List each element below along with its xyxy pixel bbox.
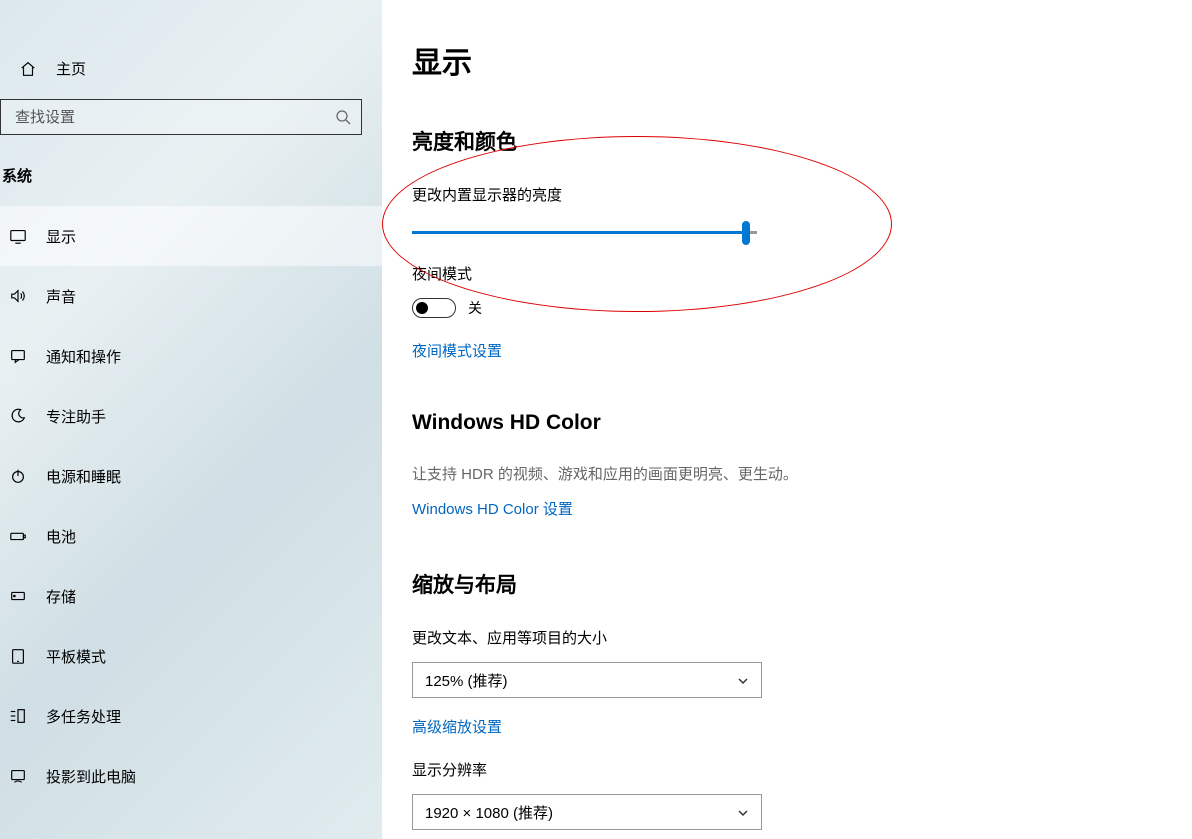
- sidebar-item-label: 电池: [46, 526, 76, 547]
- resolution-dropdown[interactable]: 1920 × 1080 (推荐): [412, 794, 762, 830]
- sidebar-item-notifications[interactable]: 通知和操作: [0, 326, 382, 386]
- home-icon: [18, 59, 38, 79]
- section-heading: Windows HD Color: [412, 411, 1162, 435]
- section-brightness-color: 亮度和颜色 更改内置显示器的亮度 夜间模式 关 夜间模式设置: [412, 126, 1162, 361]
- section-scale-layout: 缩放与布局 更改文本、应用等项目的大小 125% (推荐) 高级缩放设置 显示分…: [412, 569, 1162, 830]
- dropdown-value: 1920 × 1080 (推荐): [425, 802, 553, 823]
- advanced-scaling-link[interactable]: 高级缩放设置: [412, 716, 502, 737]
- home-nav[interactable]: 主页: [0, 44, 382, 93]
- battery-icon: [8, 526, 28, 546]
- multitasking-icon: [8, 706, 28, 726]
- section-heading: 亮度和颜色: [412, 126, 1162, 156]
- text-size-label: 更改文本、应用等项目的大小: [412, 627, 1162, 648]
- night-mode-toggle[interactable]: [412, 298, 456, 318]
- search-input-wrap[interactable]: [0, 99, 362, 135]
- sidebar-item-label: 专注助手: [46, 406, 106, 427]
- dropdown-value: 125% (推荐): [425, 670, 508, 691]
- sidebar-item-label: 平板模式: [46, 646, 106, 667]
- nav-list: 显示 声音 通知和操作 专注助手 电源和睡眠 电池 存储 平板模式: [0, 206, 382, 806]
- notifications-icon: [8, 346, 28, 366]
- brightness-slider[interactable]: [412, 219, 757, 247]
- main-content: 显示 亮度和颜色 更改内置显示器的亮度 夜间模式 关 夜间模式设置 Window…: [382, 0, 1192, 839]
- night-mode-settings-link[interactable]: 夜间模式设置: [412, 340, 502, 361]
- sidebar-item-tablet-mode[interactable]: 平板模式: [0, 626, 382, 686]
- search-input[interactable]: [15, 109, 335, 126]
- sound-icon: [8, 286, 28, 306]
- search-icon: [335, 109, 351, 125]
- sidebar-item-label: 投影到此电脑: [46, 766, 136, 787]
- text-size-dropdown[interactable]: 125% (推荐): [412, 662, 762, 698]
- sidebar-section-label: 系统: [0, 135, 382, 206]
- toggle-knob: [416, 302, 428, 314]
- slider-thumb[interactable]: [742, 221, 750, 245]
- sidebar-item-display[interactable]: 显示: [0, 206, 382, 266]
- sidebar-item-multitasking[interactable]: 多任务处理: [0, 686, 382, 746]
- search-box: [0, 99, 362, 135]
- chevron-down-icon: [737, 806, 749, 818]
- slider-fill: [412, 231, 747, 234]
- section-heading: 缩放与布局: [412, 569, 1162, 599]
- sidebar-item-storage[interactable]: 存储: [0, 566, 382, 626]
- hd-color-settings-link[interactable]: Windows HD Color 设置: [412, 498, 573, 519]
- chevron-down-icon: [737, 674, 749, 686]
- sidebar-item-label: 多任务处理: [46, 706, 121, 727]
- sidebar-item-label: 电源和睡眠: [46, 466, 121, 487]
- section-hd-color: Windows HD Color 让支持 HDR 的视频、游戏和应用的画面更明亮…: [412, 411, 1162, 519]
- sidebar-item-power-sleep[interactable]: 电源和睡眠: [0, 446, 382, 506]
- storage-icon: [8, 586, 28, 606]
- sidebar-item-label: 显示: [46, 226, 76, 247]
- power-icon: [8, 466, 28, 486]
- sidebar-item-label: 通知和操作: [46, 346, 121, 367]
- projecting-icon: [8, 766, 28, 786]
- moon-icon: [8, 406, 28, 426]
- night-mode-state: 关: [468, 298, 482, 318]
- sidebar-item-projecting[interactable]: 投影到此电脑: [0, 746, 382, 806]
- tablet-icon: [8, 646, 28, 666]
- sidebar-item-sound[interactable]: 声音: [0, 266, 382, 326]
- page-title: 显示: [412, 38, 1162, 82]
- brightness-slider-label: 更改内置显示器的亮度: [412, 184, 1162, 205]
- hd-color-desc: 让支持 HDR 的视频、游戏和应用的画面更明亮、更生动。: [412, 463, 1162, 484]
- sidebar: 主页 系统 显示 声音 通知和操作 专注助手 电源和睡眠: [0, 0, 382, 839]
- resolution-label: 显示分辨率: [412, 759, 1162, 780]
- night-mode-toggle-row: 关: [412, 298, 1162, 318]
- display-icon: [8, 226, 28, 246]
- sidebar-item-battery[interactable]: 电池: [0, 506, 382, 566]
- night-mode-label: 夜间模式: [412, 263, 1162, 284]
- home-label: 主页: [56, 58, 86, 79]
- sidebar-item-focus-assist[interactable]: 专注助手: [0, 386, 382, 446]
- sidebar-item-label: 声音: [46, 286, 76, 307]
- sidebar-item-label: 存储: [46, 586, 76, 607]
